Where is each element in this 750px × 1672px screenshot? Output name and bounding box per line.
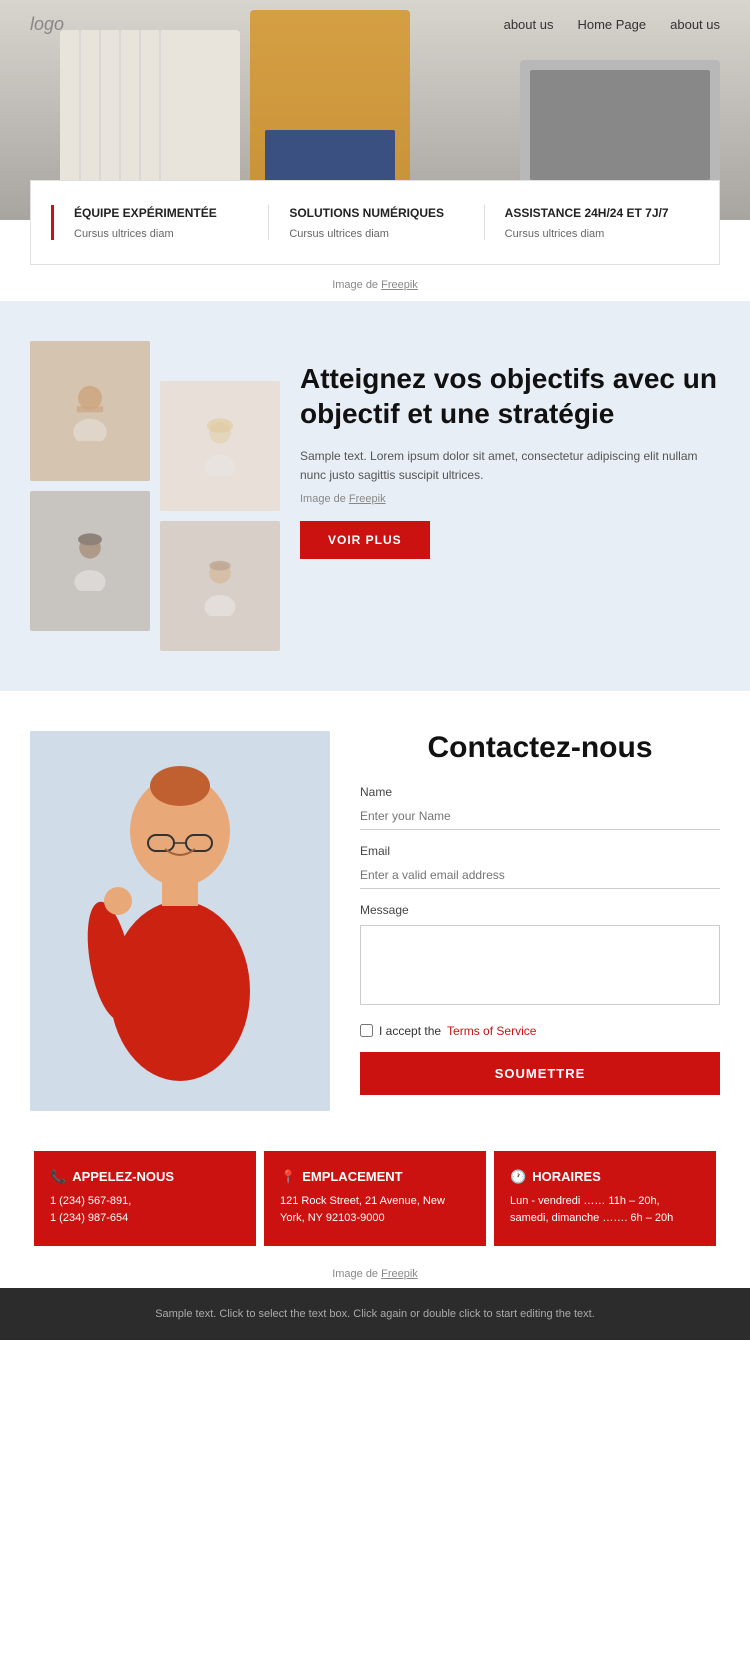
feature-item-3: ASSISTANCE 24H/24 ET 7J/7 Cursus ultrice…: [484, 205, 699, 240]
form-group-email: Email: [360, 844, 720, 889]
footer-bar: Sample text. Click to select the text bo…: [0, 1288, 750, 1341]
info-card-phone-title: 📞 APPELEZ-NOUS: [50, 1169, 240, 1185]
team-description: Sample text. Lorem ipsum dolor sit amet,…: [300, 447, 720, 485]
team-title: Atteignez vos objectifs avec un objectif…: [300, 361, 720, 431]
footer-text: Sample text. Click to select the text bo…: [155, 1308, 595, 1320]
team-photo-3: [30, 491, 150, 631]
nav-link-about-1[interactable]: about us: [504, 17, 554, 32]
info-cards-section: 📞 APPELEZ-NOUS 1 (234) 567-891,1 (234) 9…: [0, 1151, 750, 1246]
team-section: Atteignez vos objectifs avec un objectif…: [0, 301, 750, 691]
feature-desc-2: Cursus ultrices diam: [289, 228, 463, 240]
info-card-hours: 🕐 HORAIRES Lun - vendredi …… 11h – 20h, …: [494, 1151, 716, 1246]
feature-item-2: SOLUTIONS NUMÉRIQUES Cursus ultrices dia…: [268, 205, 483, 240]
team-text: Atteignez vos objectifs avec un objectif…: [300, 341, 720, 559]
info-card-hours-content: Lun - vendredi …… 11h – 20h, samedi, dim…: [510, 1193, 700, 1228]
features-section: ÉQUIPE EXPÉRIMENTÉE Cursus ultrices diam…: [30, 180, 720, 265]
info-card-phone-content: 1 (234) 567-891,1 (234) 987-654: [50, 1193, 240, 1228]
footer-credit: Image de Freepik: [0, 1256, 750, 1288]
terms-checkbox[interactable]: [360, 1024, 373, 1037]
email-label: Email: [360, 844, 720, 858]
navigation: logo about us Home Page about us: [0, 0, 750, 49]
logo: logo: [30, 14, 64, 35]
contact-section: Contactez-nous Name Email Message I acce…: [0, 691, 750, 1151]
hero-credit-link[interactable]: Freepik: [381, 279, 418, 291]
info-card-hours-title: 🕐 HORAIRES: [510, 1169, 700, 1185]
contact-image: [30, 731, 330, 1111]
clock-icon: 🕐: [510, 1169, 526, 1185]
phone-icon: 📞: [50, 1169, 66, 1185]
feature-desc-1: Cursus ultrices diam: [74, 228, 248, 240]
voir-plus-button[interactable]: VOIR PLUS: [300, 521, 430, 559]
info-card-location-title: 📍 EMPLACEMENT: [280, 1169, 470, 1185]
terms-text: I accept the: [379, 1024, 441, 1038]
feature-item-1: ÉQUIPE EXPÉRIMENTÉE Cursus ultrices diam: [51, 205, 268, 240]
feature-title-3: ASSISTANCE 24H/24 ET 7J/7: [505, 205, 679, 222]
nav-links: about us Home Page about us: [504, 17, 720, 32]
team-photo-1: [30, 341, 150, 481]
team-credit-link[interactable]: Freepik: [349, 493, 386, 505]
contact-form-wrap: Contactez-nous Name Email Message I acce…: [360, 731, 720, 1111]
feature-title-2: SOLUTIONS NUMÉRIQUES: [289, 205, 463, 222]
email-input[interactable]: [360, 862, 720, 889]
footer-credit-link[interactable]: Freepik: [381, 1268, 418, 1280]
nav-link-home[interactable]: Home Page: [577, 17, 646, 32]
message-textarea[interactable]: [360, 925, 720, 1005]
message-label: Message: [360, 903, 720, 917]
info-card-location-content: 121 Rock Street, 21 Avenue, New York, NY…: [280, 1193, 470, 1228]
form-group-message: Message: [360, 903, 720, 1010]
name-input[interactable]: [360, 803, 720, 830]
hero-credit: Image de Freepik: [0, 265, 750, 301]
terms-row: I accept the Terms of Service: [360, 1024, 720, 1038]
submit-button[interactable]: SOUMETTRE: [360, 1052, 720, 1095]
feature-title-1: ÉQUIPE EXPÉRIMENTÉE: [74, 205, 248, 222]
team-credit: Image de Freepik: [300, 493, 720, 505]
form-group-name: Name: [360, 785, 720, 830]
name-label: Name: [360, 785, 720, 799]
location-icon: 📍: [280, 1169, 296, 1185]
info-card-phone: 📞 APPELEZ-NOUS 1 (234) 567-891,1 (234) 9…: [34, 1151, 256, 1246]
team-photos: [30, 341, 280, 651]
feature-desc-3: Cursus ultrices diam: [505, 228, 679, 240]
photo-col-right: [160, 341, 280, 651]
terms-link[interactable]: Terms of Service: [447, 1024, 536, 1038]
nav-link-about-2[interactable]: about us: [670, 17, 720, 32]
team-photo-4: [160, 521, 280, 651]
info-card-location: 📍 EMPLACEMENT 121 Rock Street, 21 Avenue…: [264, 1151, 486, 1246]
team-photo-2: [160, 381, 280, 511]
photo-col-left: [30, 341, 150, 651]
contact-title: Contactez-nous: [360, 731, 720, 765]
